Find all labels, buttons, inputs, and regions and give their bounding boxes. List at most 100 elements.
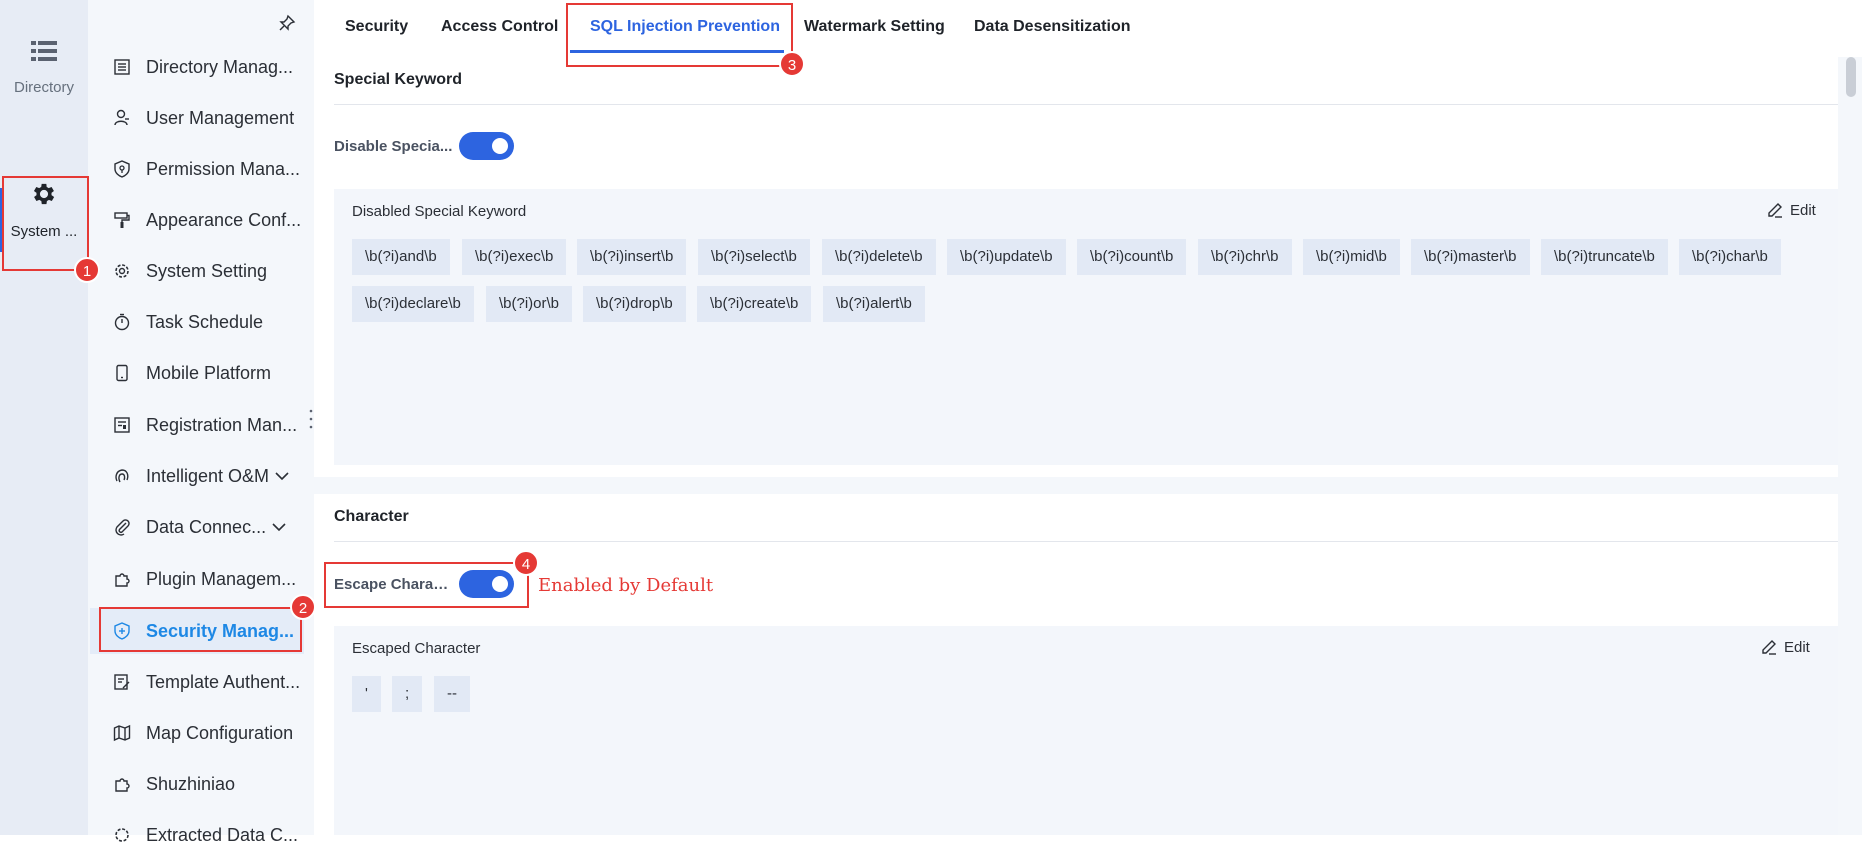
nav-label: Intelligent O&M: [146, 465, 270, 486]
annotation-box-system: [2, 176, 89, 271]
annotation-box-sql-tab: [566, 3, 793, 67]
user-icon: [112, 108, 132, 128]
keyword-tag: \b(?i)mid\b: [1303, 239, 1400, 275]
character-tag: ': [352, 676, 381, 712]
keyword-tag: \b(?i)exec\b: [462, 239, 567, 275]
nav-item-permission-management[interactable]: Permission Mana...: [112, 149, 302, 189]
keyword-tag: \b(?i)create\b: [697, 286, 812, 322]
keyword-tag: \b(?i)chr\b: [1198, 239, 1292, 275]
nav-item-map-configuration[interactable]: Map Configuration: [112, 713, 302, 753]
rail-label-directory: Directory: [13, 79, 74, 96]
character-tag: --: [434, 676, 470, 712]
keyword-tag: \b(?i)delete\b: [822, 239, 936, 275]
annotation-box-security-management: [99, 607, 302, 652]
puzzle-icon: [112, 774, 132, 794]
map-icon: [112, 723, 132, 743]
nav-label: Mobile Platform: [146, 362, 272, 383]
nav-item-directory-management[interactable]: Directory Manag...: [112, 47, 302, 87]
registration-icon: [112, 415, 132, 435]
nav-item-extracted-data[interactable]: Extracted Data C...: [112, 815, 302, 855]
nav-label: Appearance Conf...: [146, 209, 302, 230]
annotation-badge-1: 1: [74, 257, 100, 283]
nav-label: Template Authent...: [146, 671, 301, 692]
edit-icon: [1768, 203, 1782, 218]
pin-icon[interactable]: [278, 14, 296, 32]
app-rail: Directory System ...: [0, 0, 88, 835]
keyword-tag: \b(?i)insert\b: [577, 239, 687, 275]
keyword-tag: \b(?i)truncate\b: [1541, 239, 1668, 275]
nav-item-template-authentication[interactable]: Template Authent...: [112, 662, 302, 702]
edit-characters-button[interactable]: Edit: [1760, 638, 1810, 656]
special-keyword-title: Special Keyword: [334, 71, 463, 88]
tab-watermark-setting[interactable]: Watermark Setting: [804, 18, 945, 36]
keyword-tag: \b(?i)select\b: [698, 239, 810, 275]
nav-label: Registration Man...: [146, 414, 298, 435]
nav-item-mobile-platform[interactable]: Mobile Platform: [112, 353, 302, 393]
disable-special-keyword-label: Disable Specia...: [334, 138, 453, 155]
tab-access-control[interactable]: Access Control: [441, 18, 558, 36]
keyword-tag: \b(?i)and\b: [352, 239, 450, 275]
nav-item-system-setting[interactable]: System Setting: [112, 251, 302, 291]
nav-item-appearance-configuration[interactable]: Appearance Conf...: [112, 200, 302, 240]
escaped-character-panel: [334, 626, 1838, 835]
rail-item-directory[interactable]: Directory: [0, 40, 88, 96]
paint-roller-icon: [112, 210, 132, 230]
annotation-box-escape-toggle: [324, 562, 529, 608]
annotation-badge-4: 4: [513, 550, 539, 576]
keyword-tag: \b(?i)declare\b: [352, 286, 474, 322]
divider: [334, 541, 1838, 542]
nav-item-user-management[interactable]: User Management: [112, 98, 302, 138]
document-icon: [112, 57, 132, 77]
keyword-tag: \b(?i)char\b: [1679, 239, 1781, 275]
nav-item-intelligent-om[interactable]: Intelligent O&M: [112, 456, 302, 496]
keyword-tag: \b(?i)master\b: [1411, 239, 1530, 275]
edit-label: Edit: [1784, 638, 1810, 656]
escaped-character-panel-title: Escaped Character: [352, 640, 481, 657]
scrollbar[interactable]: [1846, 57, 1856, 97]
keyword-tag: \b(?i)update\b: [947, 239, 1066, 275]
list-icon: [31, 41, 57, 61]
nav-label: Directory Manag...: [146, 56, 294, 77]
edit-label: Edit: [1790, 201, 1816, 219]
character-title: Character: [334, 508, 409, 525]
edit-icon: [1762, 640, 1776, 655]
annotation-note: Enabled by Default: [538, 575, 714, 596]
chevron-down-icon: [272, 523, 286, 532]
nav-item-task-schedule[interactable]: Task Schedule: [112, 302, 302, 342]
disabled-keyword-panel-title: Disabled Special Keyword: [352, 203, 527, 220]
nav-label: Data Connec...: [146, 516, 267, 537]
nav-label: Permission Mana...: [146, 158, 301, 179]
nav-item-registration-management[interactable]: Registration Man...: [112, 405, 302, 445]
chevron-down-icon: [275, 472, 289, 481]
nav-label: Extracted Data C...: [146, 824, 299, 845]
nav-item-shuzhiniao[interactable]: Shuzhiniao: [112, 764, 302, 804]
phone-icon: [112, 363, 132, 383]
divider: [334, 104, 1838, 105]
nav-label: Task Schedule: [146, 311, 264, 332]
shield-key-icon: [112, 159, 132, 179]
keyword-tag: \b(?i)drop\b: [583, 286, 686, 322]
nav-label: Map Configuration: [146, 722, 294, 743]
nav-label: Shuzhiniao: [146, 773, 236, 794]
timer-icon: [112, 312, 132, 332]
puzzle-icon: [112, 569, 132, 589]
nav-label: User Management: [146, 107, 295, 128]
edit-keywords-button[interactable]: Edit: [1766, 201, 1816, 219]
annotation-badge-2: 2: [290, 594, 316, 620]
annotation-badge-3: 3: [779, 51, 805, 77]
tab-security[interactable]: Security: [345, 18, 408, 36]
nav-item-data-connection[interactable]: Data Connec...: [112, 507, 302, 547]
gear-icon: [112, 261, 132, 281]
disabled-keyword-panel: [334, 189, 1838, 465]
nav-label: System Setting: [146, 260, 268, 281]
tab-data-desensitization[interactable]: Data Desensitization: [974, 18, 1130, 36]
gear-icon: [112, 825, 132, 845]
keyword-tag: \b(?i)count\b: [1077, 239, 1187, 275]
keyword-tag: \b(?i)or\b: [486, 286, 573, 322]
nav-label: Plugin Managem...: [146, 568, 297, 589]
nav-item-plugin-management[interactable]: Plugin Managem...: [112, 559, 302, 599]
character-tag: ;: [392, 676, 423, 712]
disable-special-keyword-toggle[interactable]: [459, 132, 514, 160]
template-icon: [112, 672, 132, 692]
fingerprint-icon: [112, 466, 132, 486]
